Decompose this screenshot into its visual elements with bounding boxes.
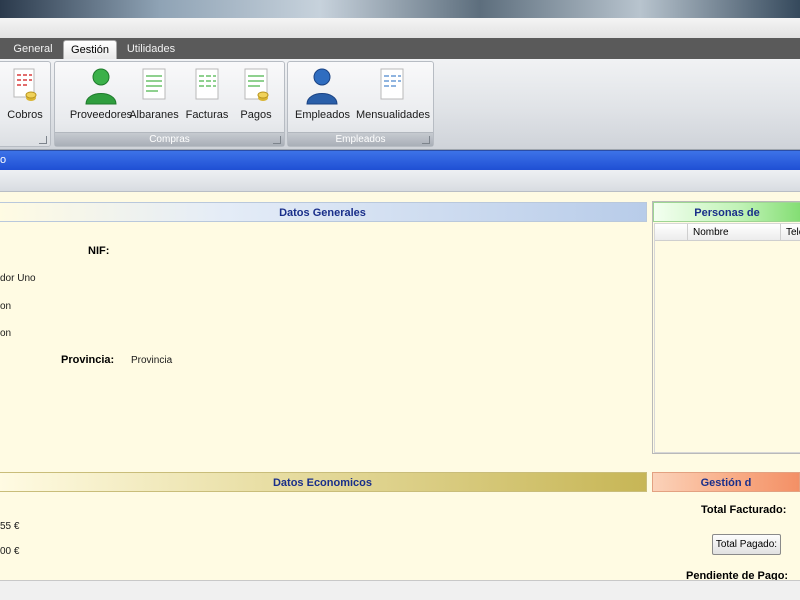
ribbon-group-compras: Proveedores Albaranes Facturas Pagos Com…: [54, 61, 285, 147]
ribbon-group-cobros: Cobros: [0, 61, 51, 147]
invoice-coins-icon: [13, 68, 37, 101]
nombre-value: dor Uno: [0, 273, 36, 284]
albaranes-button[interactable]: Albaranes: [128, 66, 180, 121]
cobros-button[interactable]: Cobros: [5, 66, 45, 121]
total-pagado-button[interactable]: Total Pagado:: [712, 534, 781, 555]
provincia-value: Provincia: [131, 355, 173, 366]
gestion-header: Gestión d: [652, 472, 800, 492]
invoice-green-icon: [195, 68, 219, 100]
column-nombre[interactable]: Nombre: [687, 224, 783, 241]
person-blue-icon: [306, 68, 338, 105]
group-launcher-icon[interactable]: [39, 136, 47, 144]
group-label-empleados: Empleados: [288, 132, 433, 146]
empleados-button-label: Empleados: [295, 109, 351, 121]
document-green-icon: [142, 68, 166, 100]
window-title-bar: [0, 18, 800, 38]
column-telefono[interactable]: Tele: [780, 224, 800, 241]
empleados-button[interactable]: Empleados: [295, 66, 351, 121]
tab-gestion[interactable]: Gestión: [63, 40, 117, 59]
contacts-grid-header: Nombre Tele: [655, 224, 800, 241]
person-green-icon: [85, 68, 117, 105]
mensualidades-label: Mensualidades: [356, 109, 430, 121]
ribbon-tab-bar: General Gestión Utilidades: [0, 38, 800, 59]
economic-value-2: 00 €: [0, 546, 20, 557]
pagos-label: Pagos: [240, 109, 272, 121]
group-launcher-icon[interactable]: [422, 136, 430, 144]
desktop-background-strip: [0, 0, 800, 18]
document-toolbar: [0, 170, 800, 192]
facturas-label: Facturas: [185, 109, 229, 121]
tab-general[interactable]: General: [8, 40, 58, 59]
contacts-grid[interactable]: Nombre Tele: [654, 223, 800, 453]
document-title: o: [0, 154, 7, 166]
group-label-compras: Compras: [55, 132, 284, 146]
facturas-button[interactable]: Facturas: [183, 66, 231, 121]
document-title-bar: o: [0, 150, 800, 170]
group-launcher-icon[interactable]: [273, 136, 281, 144]
datos-economicos-header: Datos Economicos: [0, 472, 647, 492]
payment-coins-icon: [244, 68, 269, 101]
mensualidades-button[interactable]: Mensualidades: [356, 66, 430, 121]
ribbon-panel: Cobros Proveedores Albaranes Facturas Pa…: [0, 59, 800, 150]
cobros-label: Cobros: [7, 109, 43, 121]
datos-generales-header: Datos Generales: [0, 202, 647, 222]
albaranes-label: Albaranes: [129, 109, 179, 121]
direccion-value: on: [0, 301, 12, 312]
provincia-label: Provincia:: [61, 354, 115, 366]
economic-value-1: 55 €: [0, 521, 20, 532]
document-blue-icon: [380, 68, 404, 100]
total-facturado-label: Total Facturado:: [701, 504, 787, 516]
ribbon-group-empleados: Empleados Mensualidades Empleados: [287, 61, 434, 147]
status-bar: [0, 580, 800, 600]
personas-header: Personas de: [653, 202, 800, 222]
pagos-button[interactable]: Pagos: [235, 66, 277, 121]
personas-panel: Personas de Nombre Tele: [652, 201, 800, 454]
nif-label: NIF:: [88, 245, 110, 257]
poblacion-value: on: [0, 328, 12, 339]
tab-utilidades[interactable]: Utilidades: [122, 40, 180, 59]
